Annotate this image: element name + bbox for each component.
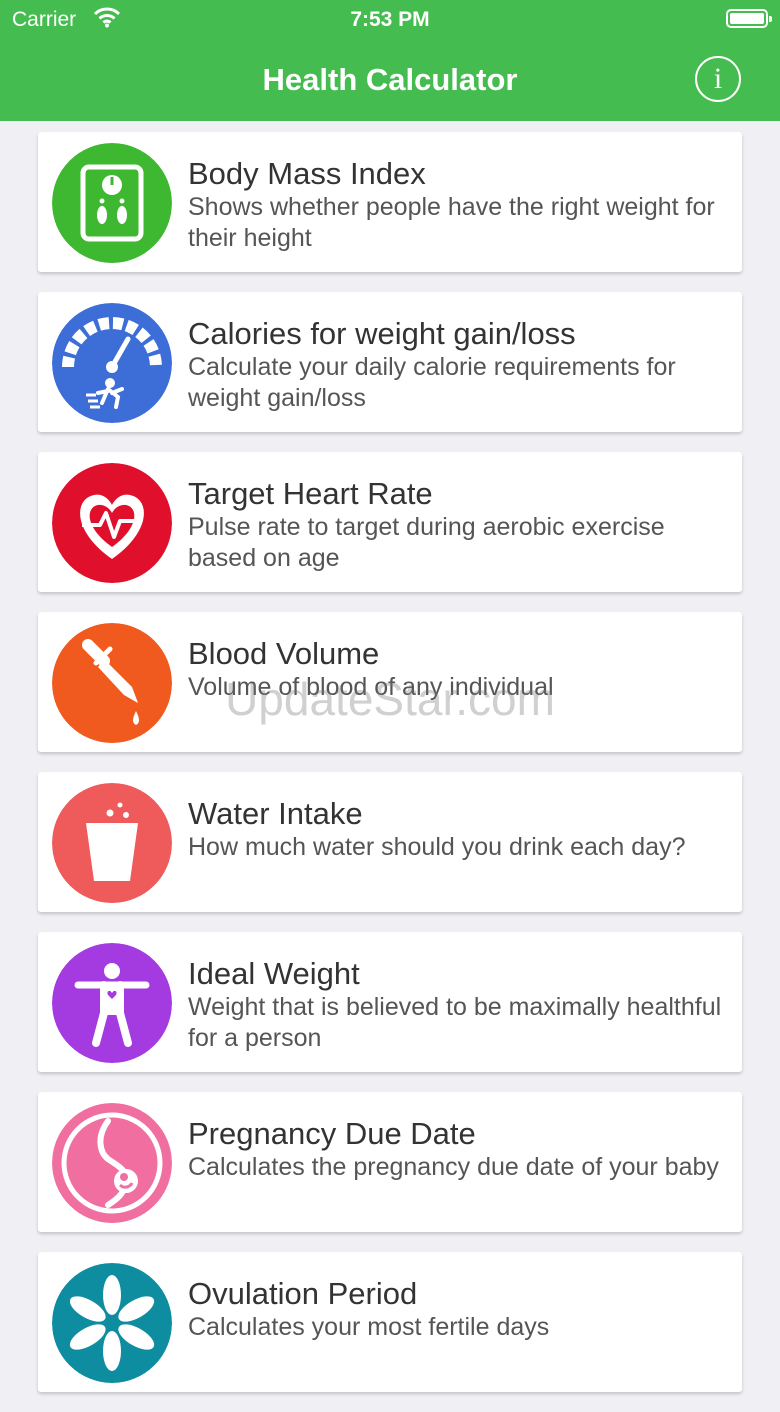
item-description: Calculates the pregnancy due date of you… xyxy=(188,1153,719,1181)
item-description: Weight that is believed to be maximally … xyxy=(188,993,722,1052)
item-description: Volume of blood of any individual xyxy=(188,673,554,701)
item-title: Body Mass Index xyxy=(188,156,426,191)
list-item-blood-volume[interactable]: Blood Volume Volume of blood of any indi… xyxy=(38,612,742,752)
dropper-icon xyxy=(52,623,172,743)
item-title: Water Intake xyxy=(188,796,363,831)
page-title: Health Calculator xyxy=(262,62,518,97)
item-description: Calculates your most fertile days xyxy=(188,1313,550,1341)
person-icon xyxy=(52,943,172,1063)
item-description: Pulse rate to target during aerobic exer… xyxy=(188,513,665,572)
calculator-list: Body Mass Index Shows whether people hav… xyxy=(38,132,742,1412)
list-item-target-heart-rate[interactable]: Target Heart Rate Pulse rate to target d… xyxy=(38,452,742,592)
item-title: Ideal Weight xyxy=(188,956,360,991)
battery-icon xyxy=(726,9,772,28)
item-title: Ovulation Period xyxy=(188,1276,418,1311)
flower-icon xyxy=(52,1263,172,1383)
pregnancy-icon xyxy=(52,1103,172,1223)
speedometer-runner-icon xyxy=(52,303,172,423)
item-description: How much water should you drink each day… xyxy=(188,833,686,861)
status-time: 7:53 PM xyxy=(350,8,430,31)
scale-icon xyxy=(52,143,172,263)
heart-pulse-icon xyxy=(52,463,172,583)
navigation-bar: Health Calculator i xyxy=(0,40,780,121)
item-title: Calories for weight gain/loss xyxy=(188,316,576,351)
list-item-ideal-weight[interactable]: Ideal Weight Weight that is believed to … xyxy=(38,932,742,1072)
list-item-water-intake[interactable]: Water Intake How much water should you d… xyxy=(38,772,742,912)
item-description: Calculate your daily calorie requirement… xyxy=(188,353,676,412)
list-item-calories[interactable]: Calories for weight gain/loss Calculate … xyxy=(38,292,742,432)
status-bar: Carrier 7:53 PM xyxy=(0,0,780,40)
item-title: Target Heart Rate xyxy=(188,476,433,511)
item-title: Pregnancy Due Date xyxy=(188,1116,476,1151)
item-title: Blood Volume xyxy=(188,636,380,671)
info-button[interactable]: i xyxy=(695,56,741,102)
list-item-ovulation-period[interactable]: Ovulation Period Calculates your most fe… xyxy=(38,1252,742,1392)
water-glass-icon xyxy=(52,783,172,903)
item-description: Shows whether people have the right weig… xyxy=(188,193,715,252)
list-item-body-mass-index[interactable]: Body Mass Index Shows whether people hav… xyxy=(38,132,742,272)
list-item-pregnancy-due-date[interactable]: Pregnancy Due Date Calculates the pregna… xyxy=(38,1092,742,1232)
